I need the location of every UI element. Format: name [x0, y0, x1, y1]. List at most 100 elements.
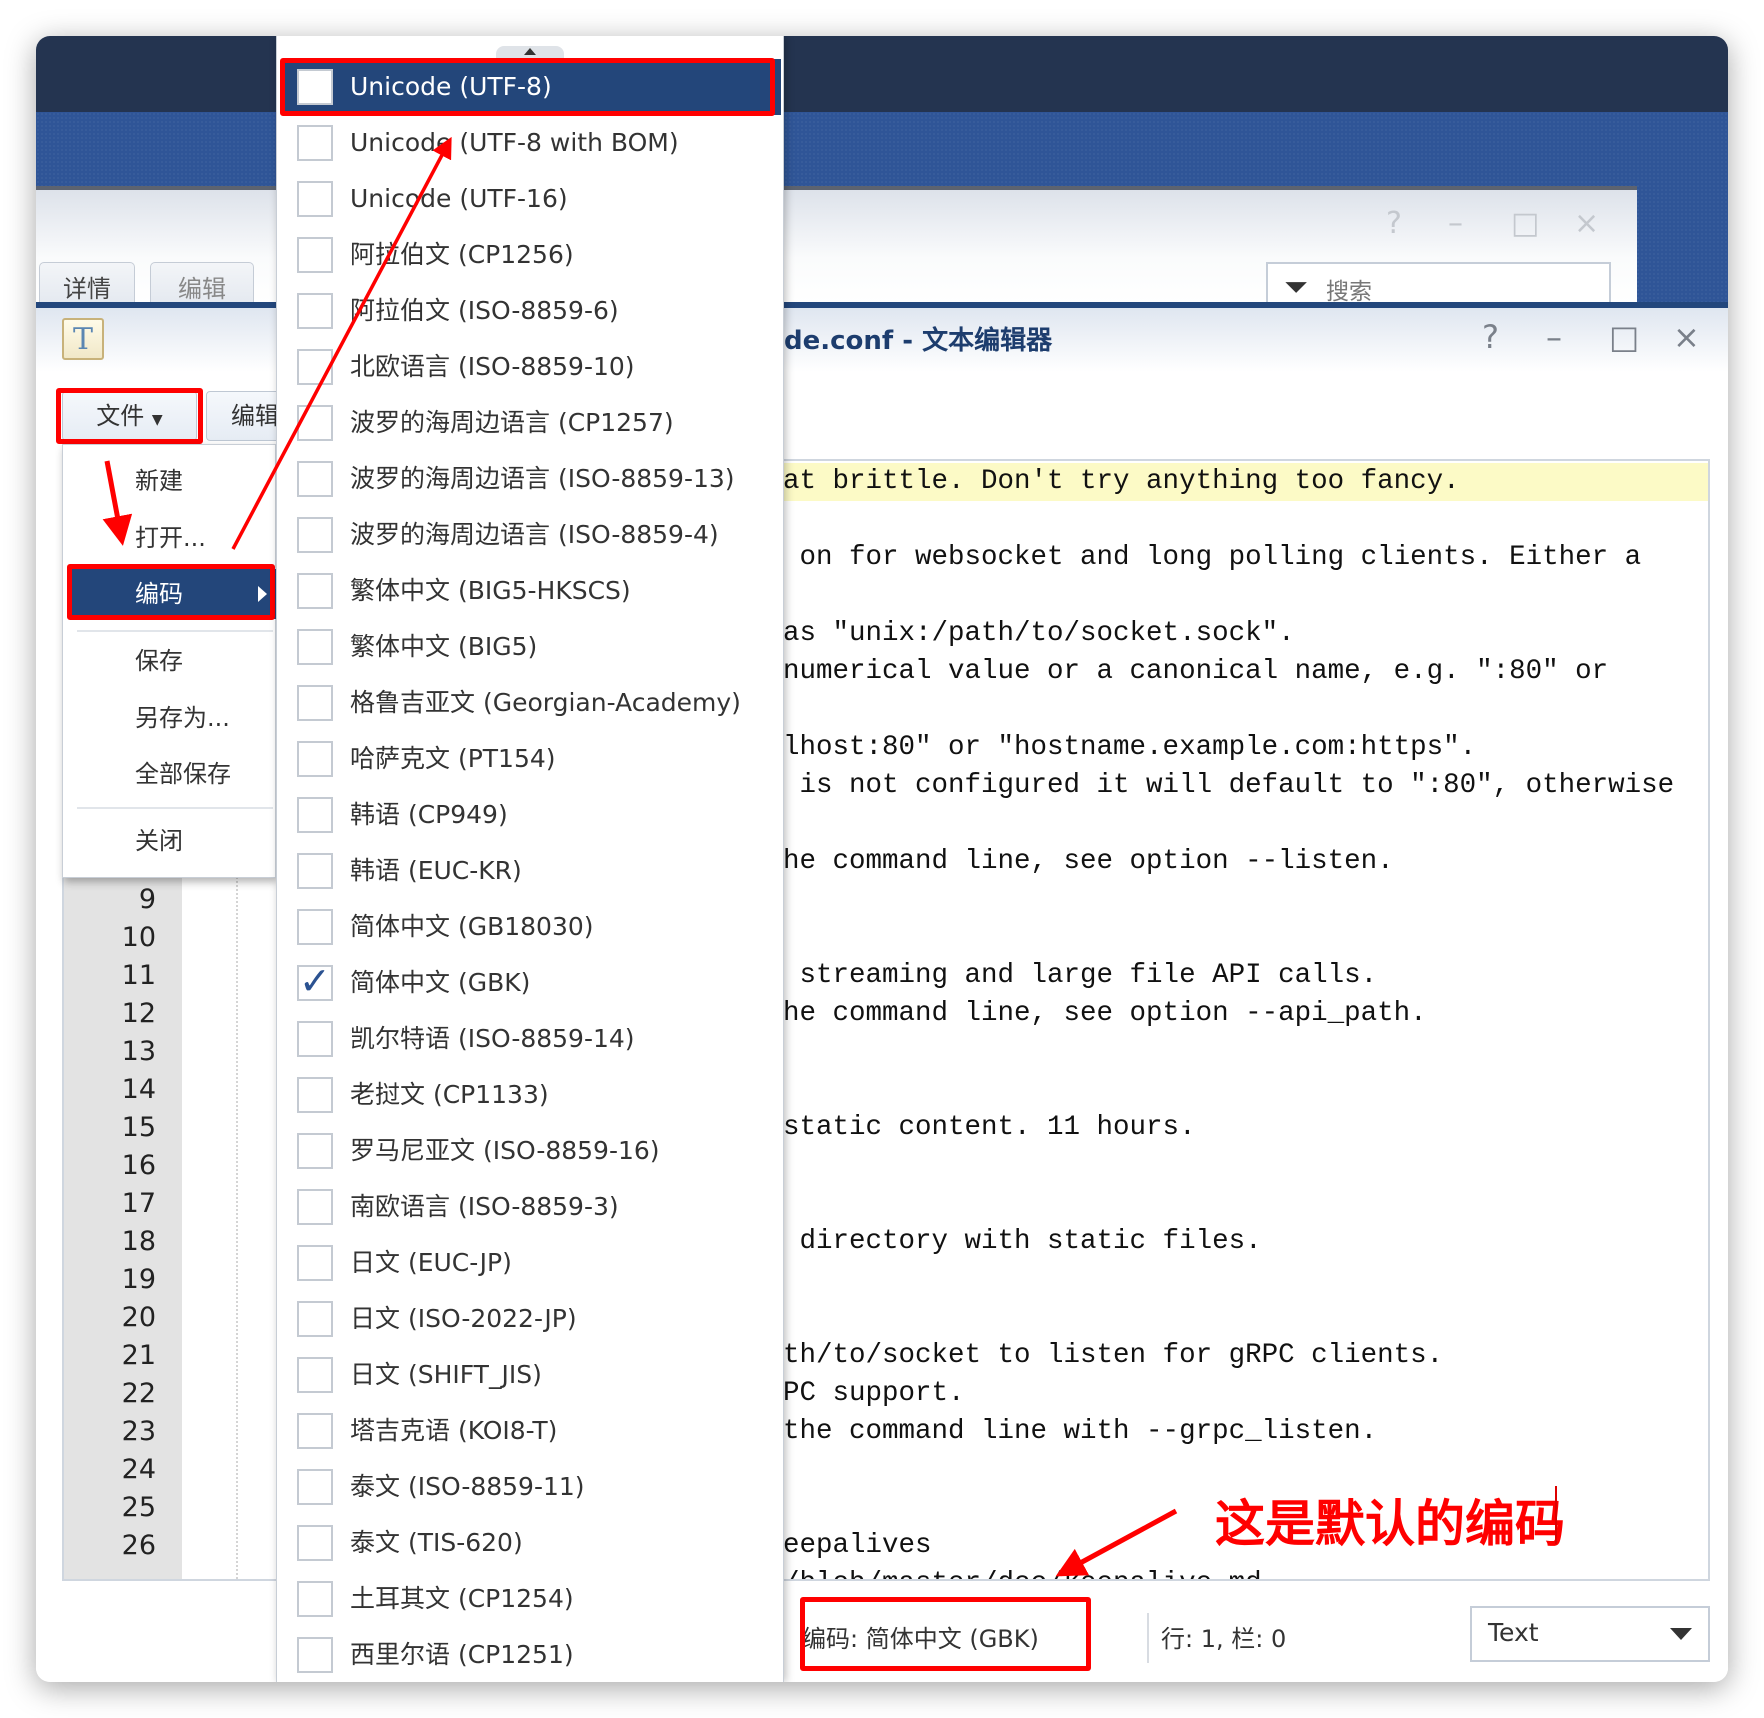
encoding-option-label: Unicode (UTF-8): [350, 72, 552, 101]
menu-item-label: 编码: [135, 580, 183, 608]
line-number: 12: [121, 998, 156, 1029]
checkbox[interactable]: [297, 1077, 333, 1113]
encoding-option[interactable]: 韩语 (EUC-KR): [281, 843, 781, 899]
encoding-option[interactable]: Unicode (UTF-8): [281, 59, 781, 115]
encoding-option[interactable]: 老挝文 (CP1133): [281, 1067, 781, 1123]
encoding-option[interactable]: 波罗的海周边语言 (ISO-8859-13): [281, 451, 781, 507]
encoding-option-label: 韩语 (CP949): [350, 800, 508, 829]
checkbox[interactable]: [297, 349, 333, 385]
checkbox[interactable]: [297, 1189, 333, 1225]
checkbox[interactable]: [297, 853, 333, 889]
encoding-option-label: 韩语 (EUC-KR): [350, 856, 522, 885]
checkbox[interactable]: [297, 1525, 333, 1561]
checkbox[interactable]: [297, 1413, 333, 1449]
encoding-option-label: 日文 (ISO-2022-JP): [350, 1304, 577, 1333]
checkbox[interactable]: [297, 1637, 333, 1673]
checkbox[interactable]: [297, 181, 333, 217]
line-number: 18: [121, 1226, 156, 1257]
arrow-up-icon: [524, 48, 536, 55]
search-input[interactable]: ⏷ 搜索: [1266, 262, 1611, 306]
encoding-option[interactable]: Unicode (UTF-16): [281, 171, 781, 227]
checkbox[interactable]: [297, 1245, 333, 1281]
encoding-option[interactable]: 繁体中文 (BIG5): [281, 619, 781, 675]
checkbox[interactable]: [297, 685, 333, 721]
checkbox[interactable]: [297, 237, 333, 273]
encoding-option[interactable]: ✓ 简体中文 (GBK): [281, 955, 781, 1011]
maximize-icon[interactable]: □: [1511, 206, 1539, 241]
close-icon[interactable]: ×: [1673, 318, 1700, 356]
encoding-option[interactable]: 凯尔特语 (ISO-8859-14): [281, 1011, 781, 1067]
encoding-option[interactable]: 罗马尼亚文 (ISO-8859-16): [281, 1123, 781, 1179]
syntax-mode-select[interactable]: Text: [1470, 1606, 1710, 1662]
checkbox[interactable]: [297, 517, 333, 553]
file-menu-label: 文件: [96, 402, 145, 430]
checkbox[interactable]: [297, 1357, 333, 1393]
file-menu-item[interactable]: 编码: [70, 569, 277, 619]
encoding-option[interactable]: Unicode (UTF-8 with BOM): [281, 115, 781, 171]
encoding-option[interactable]: 阿拉伯文 (ISO-8859-6): [281, 283, 781, 339]
encoding-option[interactable]: 北欧语言 (ISO-8859-10): [281, 339, 781, 395]
encoding-option[interactable]: 波罗的海周边语言 (CP1257): [281, 395, 781, 451]
file-menu-item[interactable]: 保存: [63, 636, 277, 686]
encoding-option[interactable]: 韩语 (CP949): [281, 787, 781, 843]
encoding-option[interactable]: 阿拉伯文 (CP1256): [281, 227, 781, 283]
encoding-option[interactable]: 南欧语言 (ISO-8859-3): [281, 1179, 781, 1235]
file-menu-item[interactable]: 新建: [63, 456, 277, 506]
file-menu-item[interactable]: 全部保存: [63, 749, 277, 799]
text-caret: [1555, 1486, 1557, 1544]
checkbox[interactable]: [297, 1133, 333, 1169]
encoding-option[interactable]: 繁体中文 (BIG5-HKSCS): [281, 563, 781, 619]
checkbox[interactable]: [297, 461, 333, 497]
checkbox[interactable]: [297, 797, 333, 833]
menu-separator: [77, 630, 273, 632]
encoding-status[interactable]: 编码: 简体中文 (GBK): [802, 1619, 1039, 1654]
encoding-option-label: 日文 (SHIFT_JIS): [350, 1360, 542, 1389]
file-menu-item[interactable]: 打开...: [63, 513, 277, 563]
encoding-option-label: 繁体中文 (BIG5): [350, 632, 538, 661]
menu-item-label: 打开...: [135, 524, 206, 552]
encoding-option[interactable]: 日文 (SHIFT_JIS): [281, 1347, 781, 1403]
help-icon[interactable]: ?: [1386, 206, 1402, 241]
encoding-option[interactable]: 土耳其文 (CP1254): [281, 1571, 781, 1627]
checkbox[interactable]: [297, 1469, 333, 1505]
encoding-option[interactable]: 西里尔语 (CP1251): [281, 1627, 781, 1682]
checkbox[interactable]: [297, 125, 333, 161]
chevron-right-icon: [258, 586, 267, 602]
checkbox[interactable]: [297, 629, 333, 665]
checkbox[interactable]: [297, 909, 333, 945]
encoding-option-label: 罗马尼亚文 (ISO-8859-16): [350, 1136, 660, 1165]
file-menu-item[interactable]: 关闭: [63, 816, 277, 866]
encoding-option-label: 土耳其文 (CP1254): [350, 1584, 574, 1613]
encoding-option[interactable]: 日文 (EUC-JP): [281, 1235, 781, 1291]
encoding-option[interactable]: 简体中文 (GB18030): [281, 899, 781, 955]
encoding-option[interactable]: 泰文 (ISO-8859-11): [281, 1459, 781, 1515]
line-number: 11: [121, 960, 156, 991]
checkbox[interactable]: [297, 405, 333, 441]
minimize-icon[interactable]: –: [1546, 318, 1562, 356]
encoding-option[interactable]: 哈萨克文 (PT154): [281, 731, 781, 787]
checkbox[interactable]: [297, 1581, 333, 1617]
maximize-icon[interactable]: □: [1609, 318, 1639, 356]
close-icon[interactable]: ×: [1574, 206, 1599, 241]
encoding-option-label: 北欧语言 (ISO-8859-10): [350, 352, 635, 381]
checkbox[interactable]: [297, 741, 333, 777]
checkbox[interactable]: [297, 573, 333, 609]
checkmark-icon: ✓: [299, 959, 331, 1003]
checkbox[interactable]: [297, 1021, 333, 1057]
encoding-option[interactable]: 波罗的海周边语言 (ISO-8859-4): [281, 507, 781, 563]
help-icon[interactable]: ?: [1482, 318, 1499, 356]
checkbox[interactable]: [297, 1301, 333, 1337]
minimize-icon[interactable]: –: [1448, 206, 1463, 241]
encoding-option[interactable]: 泰文 (TIS-620): [281, 1515, 781, 1571]
checkbox[interactable]: [297, 293, 333, 329]
checkbox[interactable]: [297, 69, 333, 105]
file-menu-item[interactable]: 另存为...: [63, 693, 277, 743]
encoding-option[interactable]: 日文 (ISO-2022-JP): [281, 1291, 781, 1347]
encoding-option-label: 泰文 (ISO-8859-11): [350, 1472, 585, 1501]
scroll-up-button[interactable]: [496, 46, 564, 58]
file-menu-button[interactable]: 文件 ▼: [62, 391, 197, 441]
encoding-submenu: Unicode (UTF-8) Unicode (UTF-8 with BOM) U…: [276, 36, 784, 1682]
encoding-option[interactable]: 塔吉克语 (KOI8-T): [281, 1403, 781, 1459]
encoding-option[interactable]: 格鲁吉亚文 (Georgian-Academy): [281, 675, 781, 731]
line-number: 14: [121, 1074, 156, 1105]
